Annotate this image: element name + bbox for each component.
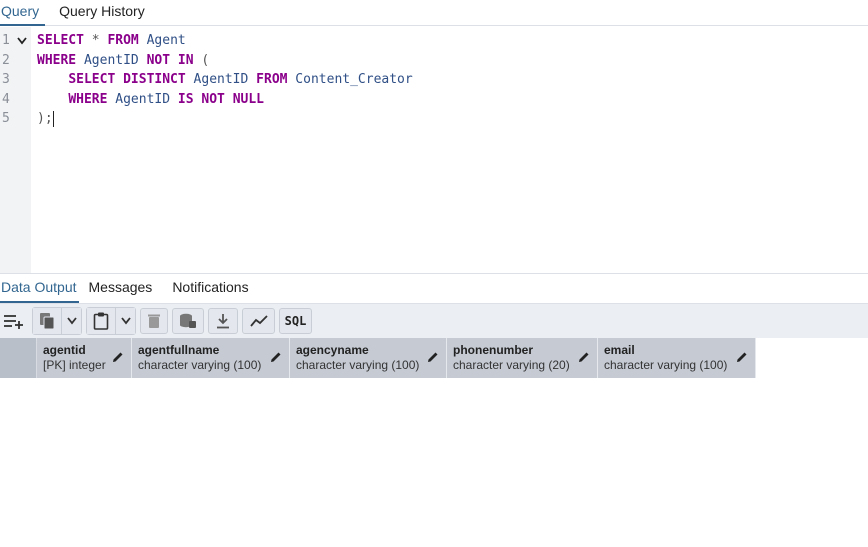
line-number: 5 [2, 111, 10, 126]
download-button[interactable] [208, 308, 238, 334]
delete-button[interactable] [140, 308, 168, 334]
paste-group [86, 307, 136, 335]
code-line[interactable]: 5); [0, 109, 868, 129]
column-header-phonenumber[interactable]: phonenumber character varying (20) [447, 338, 598, 378]
sql-icon: SQL [284, 314, 307, 328]
column-header-agentid[interactable]: agentid [PK] integer [37, 338, 132, 378]
column-type: character varying (100) [604, 358, 728, 372]
edit-icon[interactable] [736, 351, 748, 363]
add-row-icon [4, 315, 23, 329]
column-name: phonenumber [453, 343, 533, 357]
add-row-button[interactable] [0, 308, 28, 334]
delete-icon [148, 314, 160, 328]
line-number: 4 [2, 91, 10, 107]
copy-group [32, 307, 82, 335]
paste-button[interactable] [87, 308, 115, 334]
column-name: agentfullname [138, 343, 220, 357]
row-header-corner[interactable] [0, 338, 37, 378]
copy-options-button[interactable] [61, 308, 81, 334]
save-data-icon [180, 313, 196, 328]
sql-editor[interactable]: 1 SELECT * FROM Agent 2 WHERE AgentID NOT I… [0, 27, 868, 273]
graph-icon [249, 315, 268, 327]
code-text: WHERE AgentID IS NOT NULL [68, 91, 264, 107]
tab-notifications[interactable]: Notifications [170, 273, 250, 303]
column-header-agencyname[interactable]: agencyname character varying (100) [290, 338, 447, 378]
tab-messages[interactable]: Messages [87, 273, 155, 303]
chevron-down-icon [66, 317, 77, 325]
code-line[interactable]: 2 WHERE AgentID NOT IN ( [0, 51, 868, 71]
edit-icon[interactable] [578, 351, 590, 363]
chevron-down-icon [120, 317, 131, 325]
line-number: 3 [2, 72, 10, 87]
copy-button[interactable] [33, 308, 61, 334]
code-line[interactable]: 3 SELECT DISTINCT AgentID FROM Content_C… [0, 70, 868, 90]
code-line[interactable]: 1 SELECT * FROM Agent [0, 31, 868, 51]
code-line[interactable]: 4 WHERE AgentID IS NOT NULL [0, 90, 868, 110]
paste-options-button[interactable] [115, 308, 135, 334]
line-number: 1 [2, 33, 10, 48]
fold-chevron-icon[interactable] [17, 37, 27, 45]
code-text: ); [37, 110, 54, 127]
tab-data-output[interactable]: Data Output [0, 273, 79, 303]
edit-icon[interactable] [270, 351, 282, 363]
column-header-email[interactable]: email character varying (100) [598, 338, 756, 378]
code-text: WHERE AgentID NOT IN ( [37, 52, 210, 68]
column-name: agencyname [296, 343, 369, 357]
text-cursor [52, 110, 54, 127]
copy-icon [40, 313, 55, 330]
tab-query[interactable]: Query [0, 0, 46, 26]
column-type: character varying (20) [453, 358, 570, 372]
column-name: email [604, 343, 635, 357]
column-type: character varying (100) [138, 358, 262, 372]
data-output-toolbar: SQL [0, 304, 868, 338]
data-grid-header: agentid [PK] integer agentfullname chara… [0, 338, 756, 378]
code-text: SELECT DISTINCT AgentID FROM Content_Cre… [68, 72, 413, 87]
save-data-button[interactable] [172, 308, 204, 334]
sql-button[interactable]: SQL [279, 308, 312, 334]
query-tab-bar: Query Query History [0, 0, 868, 26]
code-text: SELECT * FROM Agent [37, 33, 186, 48]
paste-icon [93, 312, 109, 330]
download-icon [217, 314, 229, 329]
edit-icon[interactable] [427, 351, 439, 363]
edit-icon[interactable] [112, 351, 124, 363]
tab-query-history[interactable]: Query History [57, 0, 147, 26]
graph-visualiser-button[interactable] [242, 308, 275, 334]
column-type: character varying (100) [296, 358, 420, 372]
line-number: 2 [2, 52, 10, 68]
output-tab-bar: Data Output Messages Notifications [0, 273, 868, 304]
column-header-agentfullname[interactable]: agentfullname character varying (100) [132, 338, 290, 378]
